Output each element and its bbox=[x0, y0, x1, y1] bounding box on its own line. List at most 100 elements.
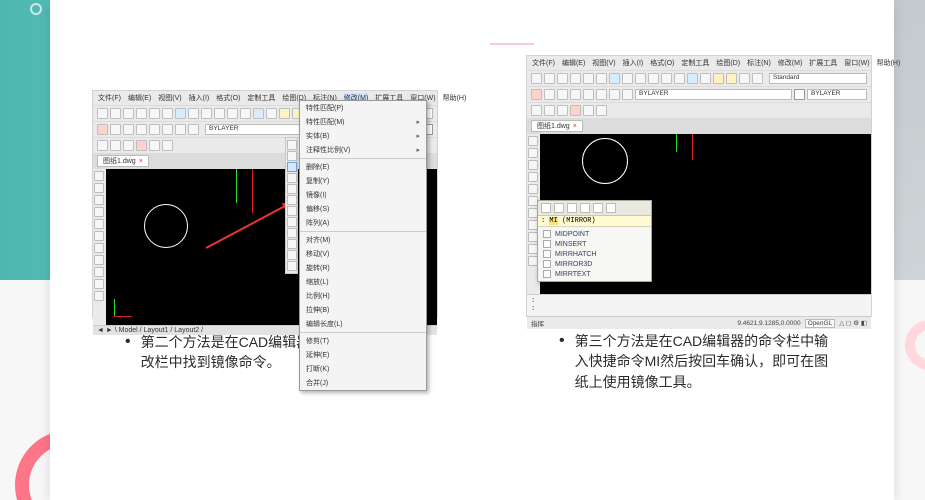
menu-item[interactable]: 对齐(M) bbox=[300, 233, 426, 247]
tool-icon[interactable] bbox=[94, 171, 104, 181]
tool-break-icon[interactable] bbox=[287, 261, 297, 271]
toolbar-icon[interactable] bbox=[162, 124, 173, 135]
toolbar-icon[interactable] bbox=[609, 73, 620, 84]
menu-item[interactable]: 帮助(H) bbox=[443, 93, 467, 103]
toolbar-icon[interactable] bbox=[266, 108, 277, 119]
toolbar-icon[interactable] bbox=[606, 203, 616, 213]
close-tab-icon[interactable]: × bbox=[573, 123, 577, 130]
tool-trim-icon[interactable] bbox=[287, 239, 297, 249]
toolbar-icon[interactable] bbox=[188, 124, 199, 135]
menu-item[interactable]: 格式(O) bbox=[650, 58, 674, 68]
tool-extend-icon[interactable] bbox=[287, 250, 297, 260]
toolbar-icon[interactable] bbox=[593, 203, 603, 213]
toolbar-icon[interactable] bbox=[544, 73, 555, 84]
menu-item[interactable]: 定制工具 bbox=[681, 58, 709, 68]
tool-icon[interactable] bbox=[528, 136, 538, 146]
autocomplete-item[interactable]: MIRRTEXT bbox=[538, 269, 651, 279]
toolbar-icon[interactable] bbox=[149, 140, 160, 151]
command-line[interactable]: :: bbox=[527, 294, 871, 316]
autocomplete-item[interactable]: MIDPOINT bbox=[538, 229, 651, 239]
close-icon[interactable] bbox=[136, 140, 147, 151]
menu-item[interactable]: 绘图(D) bbox=[716, 58, 740, 68]
menu-item[interactable]: 编辑长度(L) bbox=[300, 317, 426, 331]
toolbar-icon[interactable] bbox=[541, 203, 551, 213]
toolbar-icon[interactable] bbox=[227, 108, 238, 119]
toolbar-icon[interactable] bbox=[175, 108, 186, 119]
tool-icon[interactable] bbox=[94, 219, 104, 229]
menu-item[interactable]: 视图(V) bbox=[158, 93, 181, 103]
menu-item[interactable]: 文件(F) bbox=[98, 93, 121, 103]
toolbar-icon[interactable] bbox=[700, 73, 711, 84]
toolbar-icon[interactable] bbox=[136, 108, 147, 119]
toolbar-icon[interactable] bbox=[570, 73, 581, 84]
layer-dropdown[interactable]: BYLAYER bbox=[635, 89, 792, 100]
toolbar-icon[interactable] bbox=[279, 108, 290, 119]
toolbar-icon[interactable] bbox=[253, 108, 264, 119]
tool-copy-icon[interactable] bbox=[287, 151, 297, 161]
toolbar-icon[interactable] bbox=[110, 108, 121, 119]
menu-item[interactable]: 视图(V) bbox=[592, 58, 615, 68]
menu-item[interactable]: 插入(I) bbox=[623, 58, 644, 68]
toolbar-icon[interactable] bbox=[567, 203, 577, 213]
toolbar-icon[interactable] bbox=[596, 89, 607, 100]
tool-mirror-icon[interactable] bbox=[287, 162, 297, 172]
toolbar-icon[interactable] bbox=[123, 124, 134, 135]
toolbar-icon[interactable] bbox=[713, 73, 724, 84]
menu-item[interactable]: 注释性比例(V) bbox=[300, 143, 426, 157]
color-swatch[interactable] bbox=[794, 89, 805, 100]
toolbar-icon[interactable] bbox=[674, 73, 685, 84]
tool-icon[interactable] bbox=[94, 291, 104, 301]
tool-icon[interactable] bbox=[94, 183, 104, 193]
toolbar-icon[interactable] bbox=[554, 203, 564, 213]
tool-icon[interactable] bbox=[94, 279, 104, 289]
toolbar-icon[interactable] bbox=[609, 89, 620, 100]
menu-item[interactable]: 复制(Y) bbox=[300, 174, 426, 188]
tool-icon[interactable] bbox=[528, 184, 538, 194]
toolbar-icon[interactable] bbox=[214, 108, 225, 119]
menu-item[interactable]: 删除(E) bbox=[300, 160, 426, 174]
menu-item[interactable]: 修剪(T) bbox=[300, 334, 426, 348]
close-icon[interactable] bbox=[570, 105, 581, 116]
toolbar-icon[interactable] bbox=[162, 140, 173, 151]
menu-item[interactable]: 打断(K) bbox=[300, 362, 426, 376]
command-input[interactable]: : MI (MIRROR) bbox=[538, 216, 651, 227]
toolbar-icon[interactable] bbox=[596, 73, 607, 84]
toolbar-icon[interactable] bbox=[557, 73, 568, 84]
menu-item[interactable]: 标注(N) bbox=[747, 58, 771, 68]
menu-item[interactable]: 特性匹配(P) bbox=[300, 101, 426, 115]
toolbar-icon[interactable] bbox=[687, 73, 698, 84]
menu-item[interactable]: 编辑(E) bbox=[562, 58, 585, 68]
menu-item[interactable]: 文件(F) bbox=[532, 58, 555, 68]
menu-item[interactable]: 帮助(H) bbox=[877, 58, 901, 68]
toolbar-icon[interactable] bbox=[661, 73, 672, 84]
toolbar-icon[interactable] bbox=[557, 89, 568, 100]
autocomplete-item[interactable]: MINSERT bbox=[538, 239, 651, 249]
close-tab-icon[interactable]: × bbox=[139, 158, 143, 165]
tool-icon[interactable] bbox=[94, 267, 104, 277]
toolbar-icon[interactable] bbox=[123, 140, 134, 151]
toolbar-icon[interactable] bbox=[635, 73, 646, 84]
tool-array-icon[interactable] bbox=[287, 184, 297, 194]
toolbar-icon[interactable] bbox=[596, 105, 607, 116]
tool-icon[interactable] bbox=[94, 243, 104, 253]
menu-item[interactable]: 偏移(S) bbox=[300, 202, 426, 216]
toolbar-icon[interactable] bbox=[726, 73, 737, 84]
toolbar-icon[interactable] bbox=[648, 73, 659, 84]
tool-erase-icon[interactable] bbox=[287, 140, 297, 150]
toolbar-icon[interactable] bbox=[201, 108, 212, 119]
toolbar-icon[interactable] bbox=[583, 73, 594, 84]
toolbar-icon[interactable] bbox=[557, 105, 568, 116]
tool-icon[interactable] bbox=[94, 231, 104, 241]
autocomplete-item[interactable]: MIRROR3D bbox=[538, 259, 651, 269]
style-dropdown[interactable]: Standard bbox=[769, 73, 867, 84]
toolbar-icon[interactable] bbox=[583, 105, 594, 116]
layer-dropdown-2[interactable]: BYLAYER bbox=[807, 89, 867, 100]
tool-rotate-icon[interactable] bbox=[287, 206, 297, 216]
tool-icon[interactable] bbox=[528, 172, 538, 182]
toolbar-icon[interactable] bbox=[739, 73, 750, 84]
menu-item[interactable]: 窗口(W) bbox=[844, 58, 869, 68]
menu-item[interactable]: 编辑(E) bbox=[128, 93, 151, 103]
autocomplete-item[interactable]: MIRRHATCH bbox=[538, 249, 651, 259]
toolbar-icon[interactable] bbox=[580, 203, 590, 213]
menu-item[interactable]: 旋转(R) bbox=[300, 261, 426, 275]
